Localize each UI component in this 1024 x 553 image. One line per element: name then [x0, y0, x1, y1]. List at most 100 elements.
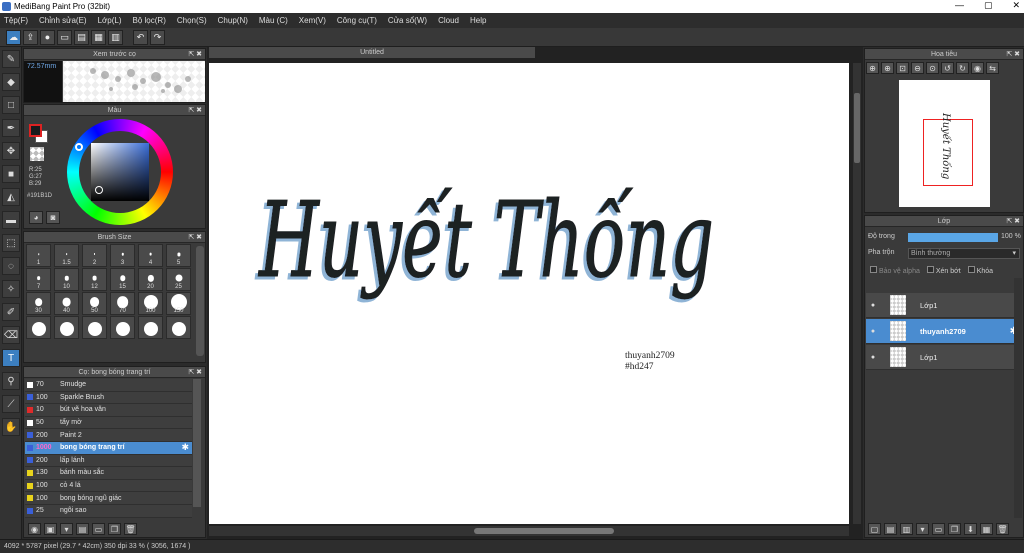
brush-size-cell[interactable]: 30 [26, 292, 51, 315]
panel-close-icon[interactable]: ⇱ ✖ [188, 105, 202, 116]
brush-list-item[interactable]: 100 cỏ 4 lá [25, 479, 192, 493]
panel-close-icon[interactable]: ⇱ ✖ [188, 367, 202, 378]
add-brush-menu-icon[interactable]: ▾ [60, 523, 73, 535]
brush-size-cell[interactable]: 150 [166, 292, 191, 315]
brush-list-item[interactable]: 10 bút vẽ hoa văn [25, 404, 192, 417]
brush-icon[interactable]: ✎ [2, 50, 20, 68]
hue-wheel[interactable] [67, 119, 173, 225]
layer-item[interactable]: ●thuyanh2709✱ [866, 319, 1022, 344]
delete-layer-icon[interactable]: 🗑 [996, 523, 1009, 535]
brush-list-item[interactable]: 25 ngôi sao [25, 504, 192, 518]
panel-close-icon[interactable]: ⇱ ✖ [1006, 49, 1020, 60]
visibility-icon[interactable]: ● [866, 354, 880, 361]
speech-bubble-icon[interactable]: ● [40, 29, 55, 45]
menu-layer[interactable]: Lớp(L) [98, 16, 122, 25]
eyedropper-icon[interactable]: ⟋ [2, 395, 20, 413]
select-rect-icon[interactable]: ⬚ [2, 234, 20, 252]
brush-size-cell[interactable]: 4 [138, 244, 163, 267]
sv-handle[interactable] [95, 186, 103, 194]
zoom-out-icon[interactable]: ⊖ [911, 62, 924, 74]
cloud-icon[interactable]: ☁ [6, 29, 21, 45]
brush-size-cell[interactable]: 2 [82, 244, 107, 267]
save-icon[interactable]: ▤ [74, 29, 89, 45]
gradient-icon[interactable]: ▬ [2, 211, 20, 229]
undo-icon[interactable]: ↶ [133, 29, 148, 45]
brush-list-item[interactable]: 100 bong bóng ngũ giác [25, 492, 192, 505]
add-brush-icon[interactable]: ▣ [44, 523, 57, 535]
brush-size-cell[interactable]: 10 [54, 268, 79, 291]
gear-icon[interactable]: ✱ [181, 442, 189, 453]
fill-rect-icon[interactable]: ■ [2, 165, 20, 183]
select-eraser-icon[interactable]: ⌫ [2, 326, 20, 344]
menu-edit[interactable]: Chỉnh sửa(E) [39, 16, 87, 25]
zoom-in-alt-icon[interactable]: ⊕ [881, 62, 894, 74]
hue-handle[interactable] [75, 143, 83, 151]
layer-item[interactable]: ● Lớp1 [866, 345, 1022, 370]
brush-list-item[interactable]: 70 Smudge [25, 379, 192, 392]
brush-size-cell[interactable]: 12 [82, 268, 107, 291]
layer-property-icon[interactable]: ▦ [980, 523, 993, 535]
edit-brush-icon[interactable]: ▤ [76, 523, 89, 535]
menu-snap[interactable]: Chụp(N) [218, 16, 248, 25]
folder-icon[interactable]: ▭ [92, 523, 105, 535]
brush-list-item[interactable]: 200 lấp lánh [25, 454, 192, 468]
eraser-icon[interactable]: ◆ [2, 73, 20, 91]
reset-rotate-icon[interactable]: ◉ [971, 62, 984, 74]
flip-icon[interactable]: ⇆ [986, 62, 999, 74]
visibility-icon[interactable]: ● [866, 302, 880, 309]
brush-list-item[interactable]: 50 tẩy mờ [25, 416, 192, 430]
panel-close-icon[interactable]: ⇱ ✖ [188, 232, 202, 243]
menu-window[interactable]: Cửa sổ(W) [388, 16, 427, 25]
menu-cloud[interactable]: Cloud [438, 16, 459, 25]
brush-size-cell[interactable]: 50 [82, 292, 107, 315]
layer-folder-icon[interactable]: ▭ [932, 523, 945, 535]
visibility-icon[interactable]: ● [866, 328, 880, 335]
brush-size-cell[interactable] [82, 316, 107, 339]
trash-icon[interactable]: 🗑 [124, 523, 137, 535]
protect-alpha-checkbox[interactable]: Bảo vệ alpha [870, 266, 920, 275]
move-icon[interactable]: ✥ [2, 142, 20, 160]
brush-size-cell[interactable] [110, 316, 135, 339]
brush-size-cell[interactable]: 3 [110, 244, 135, 267]
rotate-left-icon[interactable]: ↺ [941, 62, 954, 74]
brush-size-cell[interactable]: 15 [110, 268, 135, 291]
grid-icon[interactable]: ▥ [108, 29, 123, 45]
drawing-canvas[interactable]: Huyết Thống thuyanh2709 #hd247 [209, 63, 849, 524]
menu-file[interactable]: Tệp(F) [4, 16, 28, 25]
navigator-preview[interactable]: Huyết Thống [899, 80, 990, 207]
cloud-brush-icon[interactable]: ◉ [28, 523, 41, 535]
scrollbar[interactable] [193, 379, 201, 507]
brush-size-cell[interactable] [138, 316, 163, 339]
brush-size-cell[interactable] [166, 316, 191, 339]
brush-size-cell[interactable]: 25 [166, 268, 191, 291]
opacity-slider[interactable] [908, 233, 998, 242]
minimize-button[interactable]: — [955, 0, 964, 11]
new-layer-8bit-icon[interactable]: ▤ [884, 523, 897, 535]
export-icon[interactable]: ⇪ [23, 29, 38, 45]
tab-untitled[interactable]: Untitled [209, 47, 535, 58]
menu-filter[interactable]: Bộ lọc(R) [133, 16, 166, 25]
panel-close-icon[interactable]: ⇱ ✖ [1006, 216, 1020, 227]
brush-size-cell[interactable]: 70 [110, 292, 135, 315]
palette-icon[interactable]: ◕ [29, 211, 43, 224]
new-layer-1bit-icon[interactable]: ▥ [900, 523, 913, 535]
brush-size-cell[interactable]: 1.5 [54, 244, 79, 267]
new-layer-menu-icon[interactable]: ▾ [916, 523, 929, 535]
menu-view[interactable]: Xem(V) [299, 16, 326, 25]
layer-item[interactable]: ● Lớp1 [866, 293, 1022, 318]
brush-size-cell[interactable]: 7 [26, 268, 51, 291]
comment-icon[interactable]: ▭ [57, 29, 72, 45]
brush-size-cell[interactable]: 20 [138, 268, 163, 291]
menu-help[interactable]: Help [470, 16, 486, 25]
brush-size-cell[interactable] [26, 316, 51, 339]
close-button[interactable]: ✕ [1012, 0, 1020, 11]
brush-list-item[interactable]: 1000 bong bóng trang trí ✱ [25, 441, 192, 455]
duplicate-icon[interactable]: ❐ [108, 523, 121, 535]
clipping-checkbox[interactable]: Xén bớt [926, 266, 961, 275]
text-icon[interactable]: T [2, 349, 20, 367]
redo-icon[interactable]: ↷ [150, 29, 165, 45]
zoom-in-icon[interactable]: ⊕ [866, 62, 879, 74]
hand-icon[interactable]: ✋ [2, 418, 20, 436]
bucket-icon[interactable]: ◭ [2, 188, 20, 206]
lock-checkbox[interactable]: Khóa [967, 266, 993, 275]
